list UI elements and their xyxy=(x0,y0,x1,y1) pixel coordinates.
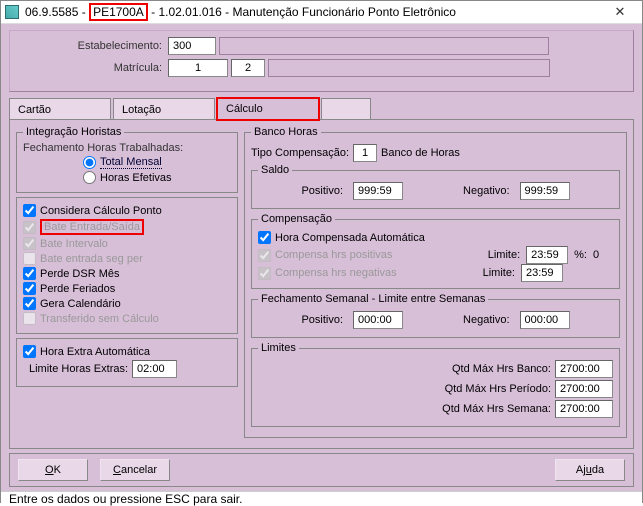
tipo-compensacao-label: Tipo Compensação: xyxy=(251,147,349,159)
chk-hora-compensada-auto-label: Hora Compensada Automática xyxy=(275,232,425,244)
fs-opcoes-calculo: Considera Cálculo Ponto Bate Entrada/Saí… xyxy=(16,197,238,334)
tab-cartao[interactable]: Cartão xyxy=(9,98,111,120)
chk-transferido-label: Transferido sem Cálculo xyxy=(40,313,159,325)
title-right: - 1.02.01.016 - Manutenção Funcionário P… xyxy=(151,5,456,19)
title-code: PE1700A xyxy=(89,3,148,21)
fs-saldo-legend: Saldo xyxy=(258,164,292,176)
chk-transferido xyxy=(23,312,36,325)
fech-positivo-input[interactable] xyxy=(353,311,403,329)
chk-perde-dsr[interactable] xyxy=(23,267,36,280)
chk-compensa-positivas-label: Compensa hrs positivas xyxy=(275,249,392,261)
fs-compensacao: Compensação Hora Compensada Automática C… xyxy=(251,213,620,289)
fs-limites-legend: Limites xyxy=(258,342,299,354)
chk-bate-entrada-saida xyxy=(23,221,36,234)
limite-extras-input[interactable] xyxy=(132,360,177,378)
window: 06.9.5585 - PE1700A - 1.02.01.016 - Manu… xyxy=(0,0,643,503)
fs-fechamento-semanal: Fechamento Semanal - Limite entre Semana… xyxy=(251,293,620,338)
matricula-input[interactable] xyxy=(168,59,228,77)
fs-integracao-horistas: Integração Horistas Fechamento Horas Tra… xyxy=(16,126,238,193)
button-bar: OOKK CancelarCancelar AjudaAjuda xyxy=(9,453,634,487)
status-text: Entre os dados ou pressione ESC para sai… xyxy=(9,492,242,506)
fs-hora-extra: Hora Extra Automática Limite Horas Extra… xyxy=(16,338,238,387)
title-left: 06.9.5585 - xyxy=(25,5,86,19)
saldo-negativo-input[interactable] xyxy=(520,182,570,200)
pct-value: 0 xyxy=(593,249,613,261)
ajuda-button[interactable]: AjudaAjuda xyxy=(555,459,625,481)
chk-perde-feriados[interactable] xyxy=(23,282,36,295)
chk-compensa-negativas xyxy=(258,267,271,280)
fs-banco-horas: Banco Horas Tipo Compensação: Banco de H… xyxy=(244,126,627,438)
radio-total-mensal-label: Total Mensal xyxy=(100,156,162,169)
tab-lotacao[interactable]: Lotação xyxy=(113,98,215,120)
fs-compensacao-legend: Compensação xyxy=(258,213,335,225)
radio-total-mensal[interactable] xyxy=(83,156,96,169)
chk-hora-compensada-auto[interactable] xyxy=(258,231,271,244)
fs-banco-legend: Banco Horas xyxy=(251,126,321,138)
tab-extra[interactable] xyxy=(321,98,371,120)
chk-considera-calculo[interactable] xyxy=(23,204,36,217)
estabelecimento-label: Estabelecimento: xyxy=(18,40,168,52)
window-title: 06.9.5585 - PE1700A - 1.02.01.016 - Manu… xyxy=(25,5,456,19)
estabelecimento-desc xyxy=(219,37,549,55)
pct-label: %: xyxy=(574,249,587,261)
fs-fechamento-legend: Fechamento Semanal - Limite entre Semana… xyxy=(258,293,488,305)
fech-positivo-label: Positivo: xyxy=(301,314,343,326)
limite-neg-input[interactable] xyxy=(521,264,563,282)
lim-periodo-label: Qtd Máx Hrs Período: xyxy=(258,383,551,395)
estabelecimento-input[interactable] xyxy=(168,37,216,55)
chk-considera-calculo-label: Considera Cálculo Ponto xyxy=(40,205,162,217)
chk-perde-dsr-label: Perde DSR Mês xyxy=(40,268,119,280)
matricula-label: Matrícula: xyxy=(18,62,168,74)
fechamento-label: Fechamento Horas Trabalhadas: xyxy=(23,142,231,154)
lim-banco-input[interactable] xyxy=(555,360,613,378)
client-area: Estabelecimento: Matrícula: Cartão Lotaç… xyxy=(1,24,642,491)
col-left: Integração Horistas Fechamento Horas Tra… xyxy=(16,126,238,442)
chk-gera-calendario[interactable] xyxy=(23,297,36,310)
statusbar: Entre os dados ou pressione ESC para sai… xyxy=(1,491,642,506)
fs-integracao-legend: Integração Horistas xyxy=(23,126,124,138)
lim-semana-label: Qtd Máx Hrs Semana: xyxy=(258,403,551,415)
limite-pos-input[interactable] xyxy=(526,246,568,264)
chk-hora-extra-auto-label: Hora Extra Automática xyxy=(40,346,150,358)
tipo-compensacao-desc: Banco de Horas xyxy=(381,147,460,159)
lim-periodo-input[interactable] xyxy=(555,380,613,398)
cancelar-button[interactable]: CancelarCancelar xyxy=(100,459,170,481)
ok-button[interactable]: OOKK xyxy=(18,459,88,481)
titlebar: 06.9.5585 - PE1700A - 1.02.01.016 - Manu… xyxy=(1,1,642,24)
chk-gera-calendario-label: Gera Calendário xyxy=(40,298,121,310)
fs-saldo: Saldo Positivo: Negativo: xyxy=(251,164,620,209)
header-form: Estabelecimento: Matrícula: xyxy=(9,30,634,92)
saldo-negativo-label: Negativo: xyxy=(463,185,509,197)
tab-calculo[interactable]: Cálculo xyxy=(217,98,319,120)
chk-bate-entrada-saida-label: Bate Entrada/Saída xyxy=(40,219,144,235)
limite-extras-label: Limite Horas Extras: xyxy=(29,363,128,375)
tipo-compensacao-input[interactable] xyxy=(353,144,377,162)
radio-horas-efetivas[interactable] xyxy=(83,171,96,184)
radio-horas-efetivas-label: Horas Efetivas xyxy=(100,172,172,184)
chk-compensa-negativas-label: Compensa hrs negativas xyxy=(275,267,397,279)
chk-compensa-positivas xyxy=(258,249,271,262)
close-button[interactable]: ✕ xyxy=(600,1,640,23)
lim-banco-label: Qtd Máx Hrs Banco: xyxy=(258,363,551,375)
chk-bate-intervalo-label: Bate Intervalo xyxy=(40,238,108,250)
matricula-aux-input[interactable] xyxy=(231,59,265,77)
saldo-positivo-input[interactable] xyxy=(353,182,403,200)
col-right: Banco Horas Tipo Compensação: Banco de H… xyxy=(244,126,627,442)
fech-negativo-label: Negativo: xyxy=(463,314,509,326)
matricula-desc xyxy=(268,59,550,77)
fs-limites: Limites Qtd Máx Hrs Banco: Qtd Máx Hrs P… xyxy=(251,342,620,427)
chk-hora-extra-auto[interactable] xyxy=(23,345,36,358)
fech-negativo-input[interactable] xyxy=(520,311,570,329)
chk-bate-entrada-seg-label: Bate entrada seg per xyxy=(40,253,143,265)
saldo-positivo-label: Positivo: xyxy=(301,185,343,197)
limite-pos-label: Limite: xyxy=(488,249,520,261)
limite-neg-label: Limite: xyxy=(483,267,515,279)
chk-bate-intervalo xyxy=(23,237,36,250)
lim-semana-input[interactable] xyxy=(555,400,613,418)
chk-bate-entrada-seg xyxy=(23,252,36,265)
tabs: Cartão Lotação Cálculo xyxy=(9,98,634,120)
tab-content-calculo: Integração Horistas Fechamento Horas Tra… xyxy=(9,119,634,449)
chk-perde-feriados-label: Perde Feriados xyxy=(40,283,115,295)
app-icon xyxy=(5,5,19,19)
